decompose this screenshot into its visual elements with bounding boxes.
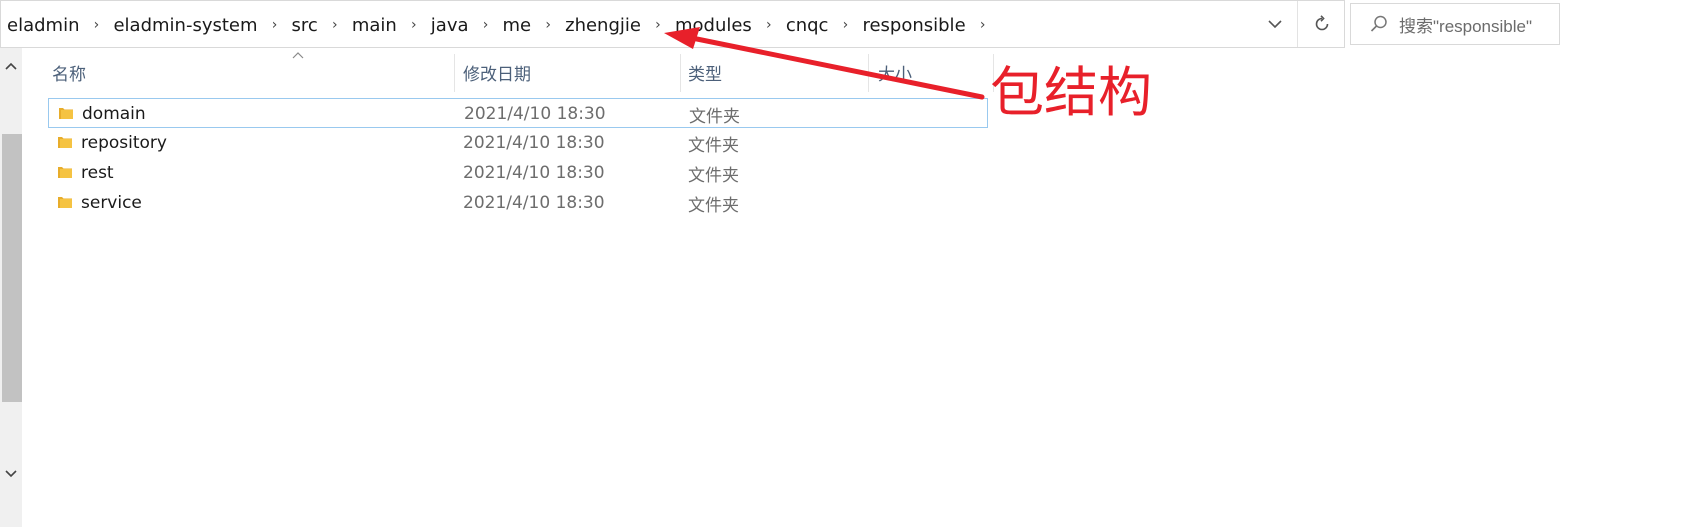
column-divider[interactable] [868, 54, 869, 92]
breadcrumb-java[interactable]: java [429, 15, 471, 36]
scrollbar-thumb[interactable] [2, 134, 22, 402]
search-input[interactable]: 搜索"responsible" [1399, 12, 1532, 37]
breadcrumb-eladmin-system[interactable]: eladmin-system [111, 15, 259, 36]
file-type: 文件夹 [688, 135, 739, 156]
vertical-scrollbar[interactable] [0, 48, 22, 527]
search-box[interactable]: 搜索"responsible" [1350, 3, 1560, 45]
annotation-label: 包结构 [990, 61, 1152, 124]
chevron-right-icon[interactable]: › [830, 17, 860, 33]
file-row-service[interactable]: service 2021/4/10 18:30 文件夹 [48, 188, 988, 218]
folder-icon [58, 167, 72, 178]
breadcrumb-me[interactable]: me [501, 15, 534, 36]
scroll-down-button[interactable] [0, 460, 22, 488]
column-divider[interactable] [680, 54, 681, 92]
file-name[interactable]: service [81, 188, 142, 218]
refresh-button[interactable] [1297, 1, 1345, 47]
address-history-button[interactable] [1255, 1, 1295, 47]
file-type: 文件夹 [688, 195, 739, 216]
address-bar[interactable]: eladmin › eladmin-system › src › main › … [0, 0, 1345, 48]
search-icon [1359, 14, 1399, 34]
chevron-up-icon [5, 62, 17, 70]
breadcrumb-eladmin[interactable]: eladmin [5, 15, 81, 36]
file-date: 2021/4/10 18:30 [463, 193, 605, 213]
breadcrumb-responsible[interactable]: responsible [860, 15, 967, 36]
breadcrumb-zhengjie[interactable]: zhengjie [563, 15, 643, 36]
file-row-rest[interactable]: rest 2021/4/10 18:30 文件夹 [48, 158, 988, 188]
chevron-down-icon [5, 470, 17, 478]
chevron-down-icon [1268, 20, 1282, 29]
file-type: 文件夹 [689, 106, 740, 127]
column-date[interactable]: 修改日期 [463, 50, 531, 94]
folder-icon [59, 108, 73, 119]
chevron-right-icon[interactable]: › [643, 17, 673, 33]
chevron-right-icon[interactable]: › [471, 17, 501, 33]
file-name[interactable]: rest [81, 158, 114, 188]
column-name[interactable]: 名称 [52, 50, 86, 94]
chevron-right-icon[interactable]: › [968, 17, 998, 33]
column-size[interactable]: 大小 [878, 50, 912, 94]
file-type: 文件夹 [688, 165, 739, 186]
folder-icon [58, 197, 72, 208]
column-divider[interactable] [454, 54, 455, 92]
breadcrumb-modules[interactable]: modules [673, 15, 754, 36]
breadcrumb-src[interactable]: src [290, 15, 320, 36]
file-name[interactable]: repository [81, 128, 167, 158]
chevron-right-icon[interactable]: › [399, 17, 429, 33]
chevron-right-icon[interactable]: › [320, 17, 350, 33]
file-date: 2021/4/10 18:30 [463, 133, 605, 153]
file-row-repository[interactable]: repository 2021/4/10 18:30 文件夹 [48, 128, 988, 158]
file-row-domain[interactable]: domain 2021/4/10 18:30 文件夹 [48, 98, 988, 128]
breadcrumb-main[interactable]: main [350, 15, 399, 36]
column-header: 名称 修改日期 类型 大小 [48, 50, 998, 94]
scroll-up-button[interactable] [0, 52, 22, 80]
chevron-right-icon[interactable]: › [260, 17, 290, 33]
folder-icon [58, 137, 72, 148]
breadcrumb: eladmin › eladmin-system › src › main › … [5, 1, 998, 49]
chevron-right-icon[interactable]: › [754, 17, 784, 33]
chevron-right-icon[interactable]: › [533, 17, 563, 33]
file-date: 2021/4/10 18:30 [464, 104, 606, 124]
column-type[interactable]: 类型 [688, 50, 722, 94]
file-date: 2021/4/10 18:30 [463, 163, 605, 183]
sort-up-icon [292, 52, 304, 59]
refresh-icon [1315, 15, 1328, 31]
file-name[interactable]: domain [82, 99, 146, 129]
breadcrumb-cnqc[interactable]: cnqc [784, 15, 831, 36]
chevron-right-icon[interactable]: › [81, 17, 111, 33]
